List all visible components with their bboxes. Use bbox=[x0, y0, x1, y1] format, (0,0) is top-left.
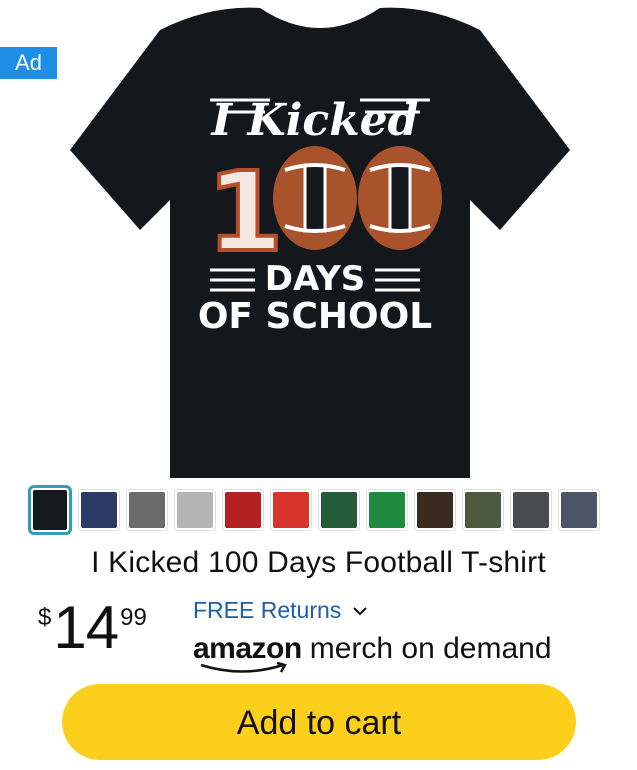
price-fraction: 99 bbox=[120, 604, 147, 631]
color-swatch-1[interactable] bbox=[28, 485, 72, 535]
price-whole: 14 bbox=[53, 594, 119, 661]
swatch-fill bbox=[417, 492, 453, 528]
amazon-smile-icon bbox=[200, 662, 287, 673]
swatch-fill bbox=[561, 492, 597, 528]
swatch-fill bbox=[225, 492, 261, 528]
color-swatch-12[interactable] bbox=[558, 489, 600, 531]
shirt-number-one: 1 bbox=[207, 148, 284, 276]
color-swatch-5[interactable] bbox=[222, 489, 264, 531]
free-returns-label: FREE Returns bbox=[193, 597, 342, 623]
swatch-fill bbox=[513, 492, 549, 528]
color-swatch-8[interactable] bbox=[366, 489, 408, 531]
swatch-fill bbox=[177, 492, 213, 528]
amazon-logo: amazon bbox=[193, 632, 302, 673]
swatch-fill bbox=[321, 492, 357, 528]
color-swatch-6[interactable] bbox=[270, 489, 312, 531]
add-to-cart-button[interactable]: Add to cart bbox=[62, 684, 576, 760]
shirt-text-line1: I Kicked bbox=[210, 95, 419, 146]
color-swatch-4[interactable] bbox=[174, 489, 216, 531]
football-icon-right bbox=[358, 146, 442, 250]
color-swatch-9[interactable] bbox=[414, 489, 456, 531]
color-swatch-2[interactable] bbox=[78, 489, 120, 531]
price: $ 14 99 bbox=[38, 596, 147, 660]
shirt-text-line2: DAYS bbox=[265, 259, 365, 299]
color-swatch-7[interactable] bbox=[318, 489, 360, 531]
merch-on-demand-logo: amazon merch on demand bbox=[193, 632, 552, 678]
swatch-fill bbox=[81, 492, 117, 528]
color-swatch-row bbox=[28, 480, 618, 540]
product-image[interactable]: I Kicked 1 DAYS OF SCHOOL bbox=[60, 0, 580, 478]
color-swatch-11[interactable] bbox=[510, 489, 552, 531]
merch-label: merch on demand bbox=[309, 632, 552, 665]
swatch-fill bbox=[273, 492, 309, 528]
football-icon-left bbox=[273, 146, 357, 250]
swatch-fill bbox=[369, 492, 405, 528]
swatch-fill bbox=[129, 492, 165, 528]
chevron-down-icon bbox=[353, 606, 367, 615]
swatch-fill bbox=[33, 490, 67, 530]
shirt-text-line3: OF SCHOOL bbox=[198, 296, 432, 337]
free-returns-link[interactable]: FREE Returns bbox=[193, 597, 367, 624]
ad-badge: Ad bbox=[0, 47, 57, 79]
color-swatch-10[interactable] bbox=[462, 489, 504, 531]
price-currency: $ bbox=[38, 604, 52, 631]
product-title[interactable]: I Kicked 100 Days Football T-shirt bbox=[0, 546, 637, 580]
swatch-fill bbox=[465, 492, 501, 528]
color-swatch-3[interactable] bbox=[126, 489, 168, 531]
